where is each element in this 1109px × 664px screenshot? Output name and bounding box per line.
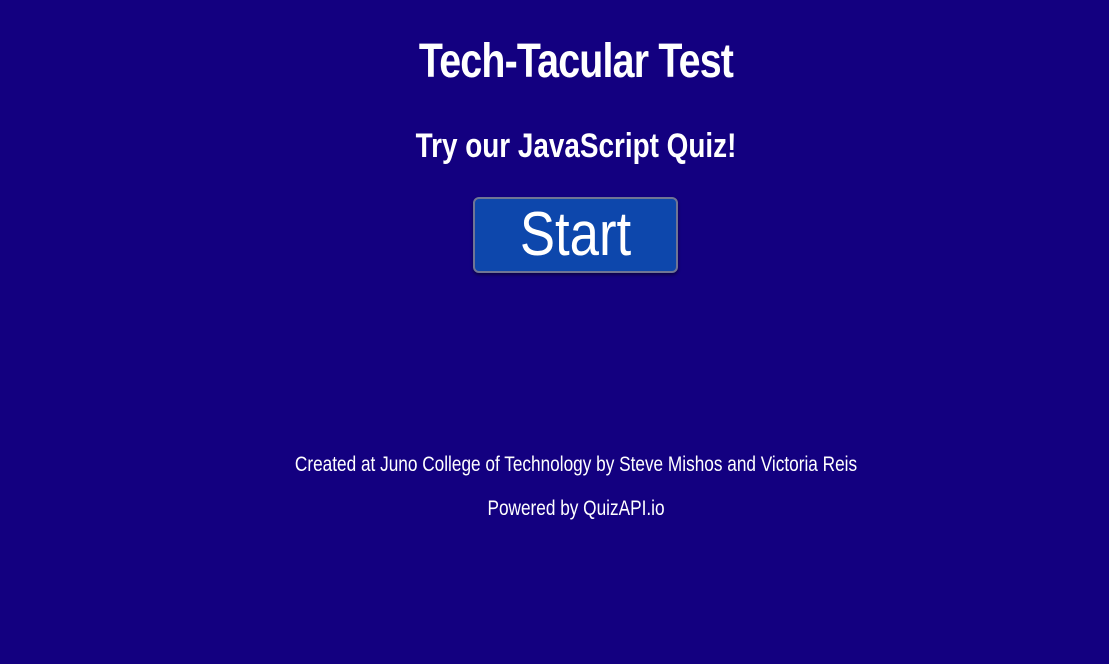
start-button-label: Start xyxy=(519,200,632,269)
page-title: Tech-Tacular Test xyxy=(418,35,734,88)
footer-powered-by: Powered by QuizAPI.io xyxy=(487,497,665,520)
start-button[interactable]: Start xyxy=(473,197,678,273)
quiz-subtitle: Try our JavaScript Quiz! xyxy=(415,127,737,165)
page: Tech-Tacular Test Try our JavaScript Qui… xyxy=(0,0,1109,664)
footer-credits: Created at Juno College of Technology by… xyxy=(294,453,858,476)
